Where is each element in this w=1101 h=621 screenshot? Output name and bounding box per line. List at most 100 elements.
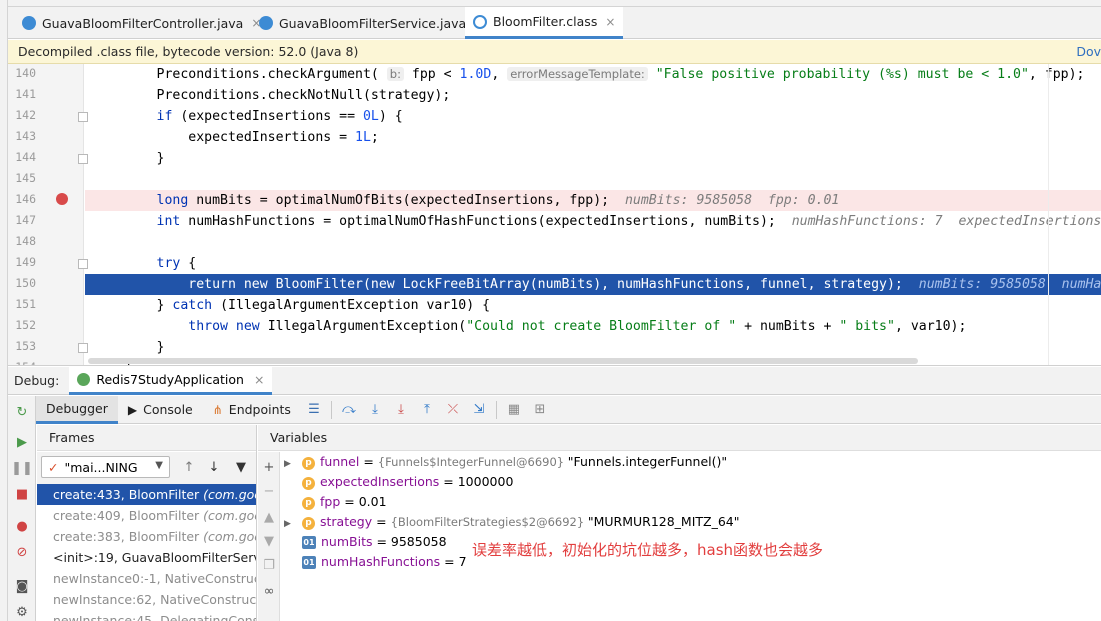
- thread-select[interactable]: ✓ "mai...NING ▼: [41, 456, 170, 478]
- code-line-145[interactable]: [85, 169, 1101, 190]
- editor-gutter[interactable]: 140 141 142 143 144 145 146 147 148 149 …: [8, 64, 88, 365]
- evaluate-expression-icon[interactable]: ▦: [501, 399, 527, 421]
- line-number: 151: [15, 297, 36, 311]
- debug-label: Debug:: [14, 373, 60, 388]
- step-over-icon[interactable]: ⤓: [362, 399, 388, 421]
- thread-selector-row: ✓ "mai...NING ▼ ↑ ↓ ▼: [37, 452, 256, 484]
- move-down-icon[interactable]: ▼: [261, 534, 277, 550]
- glasses-icon[interactable]: ∞: [261, 584, 277, 600]
- tab-endpoints[interactable]: ⋔ Endpoints: [203, 396, 301, 424]
- parameter-icon: p: [302, 497, 315, 510]
- stop-icon[interactable]: ■: [12, 484, 32, 504]
- tab-debugger[interactable]: Debugger: [36, 395, 118, 424]
- line-number: 154: [8, 360, 36, 365]
- mute-breakpoints-icon[interactable]: ⊘: [12, 542, 32, 562]
- session-label: Redis7StudyApplication: [96, 371, 244, 387]
- code-line-152[interactable]: throw new IllegalArgumentException("Coul…: [85, 316, 1101, 337]
- primitive-value-icon: 01: [302, 556, 316, 569]
- download-sources-link[interactable]: Dov: [1076, 40, 1101, 64]
- arrow-up-icon[interactable]: ↑: [180, 460, 198, 476]
- chevron-down-icon: ▼: [155, 460, 163, 471]
- debugger-tab-label: Debugger: [46, 400, 108, 416]
- code-line-141[interactable]: Preconditions.checkNotNull(strategy);: [85, 85, 1101, 106]
- code-line-144[interactable]: }: [85, 148, 1101, 169]
- step-out-icon[interactable]: ⤒: [414, 399, 440, 421]
- frame-item[interactable]: create:383, BloomFilter (com.goog: [37, 526, 256, 547]
- show-execution-point-icon[interactable]: ⤼: [336, 399, 362, 421]
- trace-icon[interactable]: ⊞: [527, 399, 553, 421]
- resume-icon[interactable]: ▶: [12, 432, 32, 452]
- line-number: 152: [15, 318, 36, 332]
- variables-panel: Variables + − ▲ ▼ ❐ ∞ ▶ p funnel = {Funnel…: [258, 425, 1101, 621]
- tab-guava-controller[interactable]: GuavaBloomFilterController.java ×: [14, 7, 269, 39]
- tab-bloomfilter-class[interactable]: BloomFilter.class ×: [465, 7, 624, 39]
- line-number: 149: [15, 255, 36, 269]
- checkmark-icon: ✓: [48, 459, 59, 475]
- add-watch-icon[interactable]: +: [261, 460, 277, 476]
- tab-label: BloomFilter.class: [493, 14, 598, 29]
- frame-item[interactable]: create:433, BloomFilter (com.goog: [37, 484, 256, 505]
- decompiled-banner: Decompiled .class file, bytecode version…: [8, 40, 1101, 64]
- close-icon[interactable]: ×: [254, 372, 264, 387]
- thread-name: "mai...NING: [64, 459, 138, 475]
- layout-menu-icon[interactable]: ☰: [301, 399, 327, 421]
- run-to-cursor-icon[interactable]: ⇲: [466, 399, 492, 421]
- code-line-146-breakpoint[interactable]: long numBits = optimalNumOfBits(expected…: [85, 190, 1101, 211]
- arrow-down-icon[interactable]: ↓: [205, 460, 223, 476]
- code-line-149[interactable]: try {: [85, 253, 1101, 274]
- frame-item[interactable]: newInstance0:-1, NativeConstructor: [37, 568, 256, 589]
- console-icon: ▶: [127, 402, 138, 417]
- remove-watch-icon[interactable]: −: [261, 484, 277, 500]
- view-breakpoints-icon[interactable]: ●: [12, 516, 32, 536]
- debug-tool-window-header: Debug: Redis7StudyApplication ×: [8, 366, 1101, 395]
- variable-row-numhashfunctions[interactable]: 01 numHashFunctions = 7: [284, 552, 467, 572]
- toolbar-separator: [495, 400, 497, 419]
- code-editor[interactable]: 140 141 142 143 144 145 146 147 148 149 …: [8, 64, 1101, 366]
- settings-icon[interactable]: ⚙: [12, 602, 32, 621]
- tab-label: GuavaBloomFilterService.java: [279, 15, 467, 31]
- debug-actions-column: ↻ ▶ ❚❚ ■ ● ⊘ ◙ ⚙: [8, 396, 36, 621]
- variable-row-expectedinsertions[interactable]: p expectedInsertions = 1000000: [284, 472, 513, 492]
- frame-item[interactable]: <init>:19, GuavaBloomFilterService: [37, 547, 256, 568]
- breakpoint-icon[interactable]: [56, 193, 68, 205]
- parameter-icon: p: [302, 477, 315, 490]
- frame-item[interactable]: newInstance:62, NativeConstructor: [37, 589, 256, 610]
- line-number: 145: [15, 171, 36, 185]
- drop-frame-icon[interactable]: ⤫: [440, 399, 466, 421]
- code-line-153[interactable]: }: [85, 337, 1101, 358]
- parameter-icon: p: [302, 517, 315, 530]
- filter-icon[interactable]: ▼: [232, 460, 250, 476]
- variable-row-numbits[interactable]: 01 numBits = 9585058: [284, 532, 447, 552]
- code-line-148[interactable]: [85, 232, 1101, 253]
- endpoints-tab-label: Endpoints: [228, 402, 291, 417]
- code-line-151[interactable]: } catch (IllegalArgumentException var10)…: [85, 295, 1101, 316]
- tab-console[interactable]: ▶ Console: [118, 396, 203, 424]
- horizontal-scrollbar[interactable]: [88, 358, 918, 364]
- variable-row-funnel[interactable]: ▶ p funnel = {Funnels$IntegerFunnel@6690} …: [284, 452, 727, 472]
- class-file-icon: [259, 16, 273, 30]
- frame-item[interactable]: create:409, BloomFilter (com.goog: [37, 505, 256, 526]
- camera-icon[interactable]: ◙: [12, 576, 32, 596]
- rerun-icon[interactable]: ↻: [12, 402, 32, 422]
- code-line-140[interactable]: Preconditions.checkArgument( b: fpp < 1.…: [85, 64, 1101, 85]
- frames-header: Frames: [37, 425, 256, 451]
- toolbar-separator: [330, 400, 332, 419]
- close-icon[interactable]: ×: [605, 15, 615, 29]
- code-line-142[interactable]: if (expectedInsertions == 0L) {: [85, 106, 1101, 127]
- step-into-icon[interactable]: ⤓: [388, 399, 414, 421]
- expand-arrow-icon[interactable]: ▶: [284, 454, 302, 474]
- frames-panel: Frames ✓ "mai...NING ▼ ↑ ↓ ▼ create:433,…: [37, 425, 257, 621]
- expand-arrow-icon[interactable]: ▶: [284, 514, 302, 534]
- copy-icon[interactable]: ❐: [261, 558, 277, 574]
- code-line-147[interactable]: int numHashFunctions = optimalNumOfHashF…: [85, 211, 1101, 232]
- code-line-143[interactable]: expectedInsertions = 1L;: [85, 127, 1101, 148]
- variables-side-toolbar: + − ▲ ▼ ❐ ∞: [258, 452, 280, 621]
- variable-row-strategy[interactable]: ▶ p strategy = {BloomFilterStrategies$2@66…: [284, 512, 740, 532]
- pause-icon[interactable]: ❚❚: [11, 458, 33, 478]
- frame-item[interactable]: newInstance:45, DelegatingConstru: [37, 610, 256, 621]
- debug-session-tab[interactable]: Redis7StudyApplication ×: [69, 366, 273, 395]
- code-line-150-execution-point[interactable]: return new BloomFilter(new LockFreeBitAr…: [85, 274, 1101, 295]
- move-up-icon[interactable]: ▲: [261, 510, 277, 526]
- tab-guava-service[interactable]: GuavaBloomFilterService.java ×: [251, 7, 492, 39]
- variable-row-fpp[interactable]: p fpp = 0.01: [284, 492, 387, 512]
